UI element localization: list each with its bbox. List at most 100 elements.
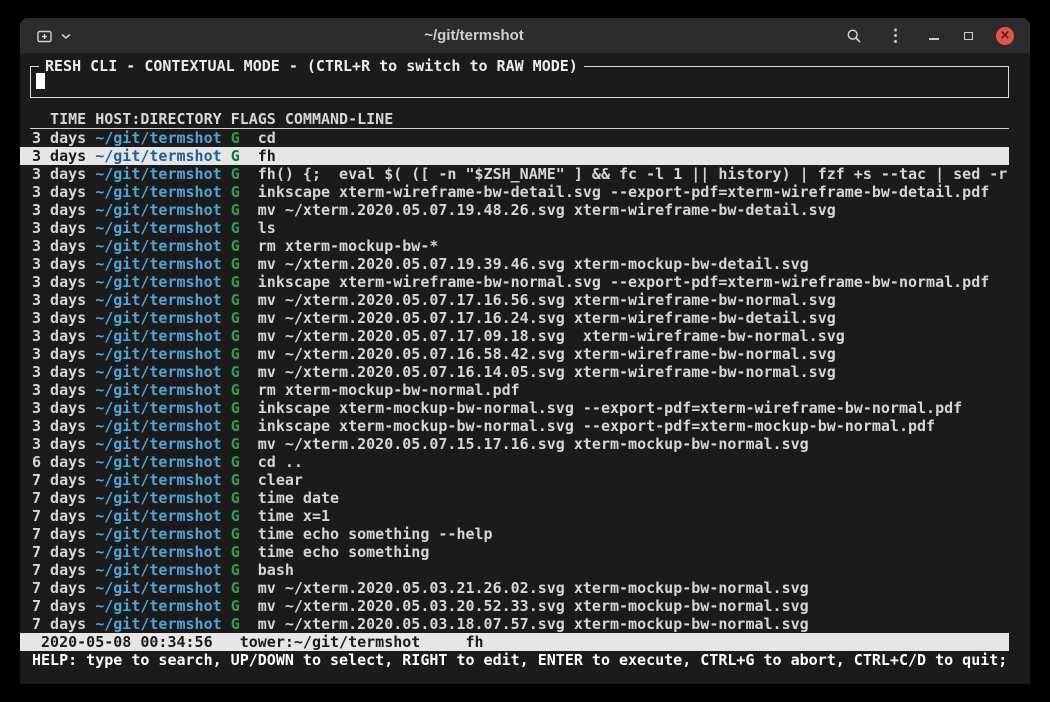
table-row[interactable]: 3 days ~/git/termshot G cd [20, 129, 1009, 147]
row-directory: ~/git/termshot [95, 129, 221, 147]
row-directory: ~/git/termshot [95, 219, 221, 237]
row-directory: ~/git/termshot [95, 165, 221, 183]
row-time: 3 days [32, 165, 86, 183]
row-flag: G [231, 363, 240, 381]
table-row[interactable]: 3 days ~/git/termshot G inkscape xterm-w… [20, 273, 1009, 291]
row-flag: G [231, 543, 240, 561]
row-command: fh [258, 147, 276, 165]
row-directory: ~/git/termshot [95, 309, 221, 327]
table-row[interactable]: 3 days ~/git/termshot G mv ~/xterm.2020.… [20, 327, 1009, 345]
search-button[interactable] [844, 26, 864, 46]
titlebar-right: ⋮ × [804, 26, 1030, 46]
table-row[interactable]: 3 days ~/git/termshot G rm xterm-mockup-… [20, 237, 1009, 255]
table-row[interactable]: 3 days ~/git/termshot G mv ~/xterm.2020.… [20, 291, 1009, 309]
row-flag: G [231, 417, 240, 435]
row-command: mv ~/xterm.2020.05.07.15.17.16.svg xterm… [258, 435, 809, 453]
row-time: 7 days [32, 579, 86, 597]
row-directory: ~/git/termshot [95, 525, 221, 543]
row-directory: ~/git/termshot [95, 399, 221, 417]
row-flag: G [231, 327, 240, 345]
table-row[interactable]: 3 days ~/git/termshot G mv ~/xterm.2020.… [20, 363, 1009, 381]
row-flag: G [231, 507, 240, 525]
row-directory: ~/git/termshot [95, 147, 221, 165]
minimize-icon [929, 38, 939, 40]
row-flag: G [231, 345, 240, 363]
row-directory: ~/git/termshot [95, 363, 221, 381]
kebab-menu-icon: ⋮ [887, 28, 904, 44]
row-command: mv ~/xterm.2020.05.07.17.09.18.svg xterm… [258, 327, 845, 345]
row-time: 3 days [32, 237, 86, 255]
table-row[interactable]: 7 days ~/git/termshot G bash [20, 561, 1009, 579]
row-command: time echo something [258, 543, 430, 561]
row-time: 7 days [32, 507, 86, 525]
table-row[interactable]: 7 days ~/git/termshot G mv ~/xterm.2020.… [20, 615, 1009, 633]
row-command: time echo something --help [258, 525, 493, 543]
table-row[interactable]: 3 days ~/git/termshot G mv ~/xterm.2020.… [20, 201, 1009, 219]
row-flag: G [231, 579, 240, 597]
table-row[interactable]: 7 days ~/git/termshot G time date [20, 489, 1009, 507]
row-flag: G [231, 489, 240, 507]
row-flag: G [231, 237, 240, 255]
close-button[interactable]: × [996, 27, 1014, 45]
close-icon: × [1000, 27, 1011, 45]
row-directory: ~/git/termshot [95, 561, 221, 579]
table-row[interactable]: 7 days ~/git/termshot G mv ~/xterm.2020.… [20, 579, 1009, 597]
restore-button[interactable] [962, 30, 975, 42]
row-directory: ~/git/termshot [95, 381, 221, 399]
row-directory: ~/git/termshot [95, 579, 221, 597]
row-directory: ~/git/termshot [95, 237, 221, 255]
row-directory: ~/git/termshot [95, 615, 221, 633]
table-row[interactable]: 7 days ~/git/termshot G time echo someth… [20, 525, 1009, 543]
table-row[interactable]: 3 days ~/git/termshot G ls [20, 219, 1009, 237]
table-row[interactable]: 7 days ~/git/termshot G mv ~/xterm.2020.… [20, 597, 1009, 615]
row-time: 3 days [32, 309, 86, 327]
new-tab-icon [36, 28, 53, 44]
table-row[interactable]: 3 days ~/git/termshot G inkscape xterm-m… [20, 399, 1009, 417]
row-time: 3 days [32, 327, 86, 345]
row-time: 3 days [32, 435, 86, 453]
row-directory: ~/git/termshot [95, 345, 221, 363]
row-flag: G [231, 129, 240, 147]
table-row[interactable]: 7 days ~/git/termshot G time x=1 [20, 507, 1009, 525]
row-directory: ~/git/termshot [95, 489, 221, 507]
row-directory: ~/git/termshot [95, 201, 221, 219]
row-directory: ~/git/termshot [95, 471, 221, 489]
terminal[interactable]: RESH CLI - CONTEXTUAL MODE - (CTRL+R to … [20, 54, 1030, 684]
row-flag: G [231, 147, 240, 165]
row-directory: ~/git/termshot [95, 327, 221, 345]
row-directory: ~/git/termshot [95, 543, 221, 561]
table-row[interactable]: 3 days ~/git/termshot G mv ~/xterm.2020.… [20, 309, 1009, 327]
row-time: 7 days [32, 597, 86, 615]
row-time: 3 days [32, 147, 86, 165]
table-row[interactable]: 3 days ~/git/termshot G mv ~/xterm.2020.… [20, 255, 1009, 273]
table-row[interactable]: 3 days ~/git/termshot G mv ~/xterm.2020.… [20, 345, 1009, 363]
row-time: 7 days [32, 543, 86, 561]
row-directory: ~/git/termshot [95, 183, 221, 201]
row-flag: G [231, 183, 240, 201]
row-command: mv ~/xterm.2020.05.07.17.16.24.svg xterm… [258, 309, 836, 327]
table-row[interactable]: 3 days ~/git/termshot G mv ~/xterm.2020.… [20, 435, 1009, 453]
row-command: fh() {; eval $( ([ -n "$ZSH_NAME" ] && f… [258, 165, 1008, 183]
titlebar[interactable]: ~/git/termshot ⋮ × [20, 18, 1030, 54]
row-flag: G [231, 453, 240, 471]
row-flag: G [231, 219, 240, 237]
menu-button[interactable]: ⋮ [885, 26, 906, 46]
table-row[interactable]: 3 days ~/git/termshot G fh() {; eval $( … [20, 165, 1009, 183]
table-row[interactable]: 3 days ~/git/termshot G rm xterm-mockup-… [20, 381, 1009, 399]
table-row[interactable]: 6 days ~/git/termshot G cd .. [20, 453, 1009, 471]
row-flag: G [231, 273, 240, 291]
row-directory: ~/git/termshot [95, 255, 221, 273]
row-time: 7 days [32, 525, 86, 543]
table-row[interactable]: 7 days ~/git/termshot G time echo someth… [20, 543, 1009, 561]
row-flag: G [231, 525, 240, 543]
table-row[interactable]: 3 days ~/git/termshot G inkscape xterm-w… [20, 183, 1009, 201]
row-flag: G [231, 309, 240, 327]
minimize-button[interactable] [927, 29, 941, 42]
row-command: inkscape xterm-mockup-bw-normal.svg --ex… [258, 417, 935, 435]
table-row[interactable]: 3 days ~/git/termshot G fh [20, 147, 1009, 165]
tabs-dropdown-button[interactable] [59, 30, 73, 42]
table-row[interactable]: 7 days ~/git/termshot G clear [20, 471, 1009, 489]
table-row[interactable]: 3 days ~/git/termshot G inkscape xterm-m… [20, 417, 1009, 435]
resh-search-box[interactable]: RESH CLI - CONTEXTUAL MODE - (CTRL+R to … [30, 66, 1009, 98]
new-tab-button[interactable] [34, 26, 55, 46]
